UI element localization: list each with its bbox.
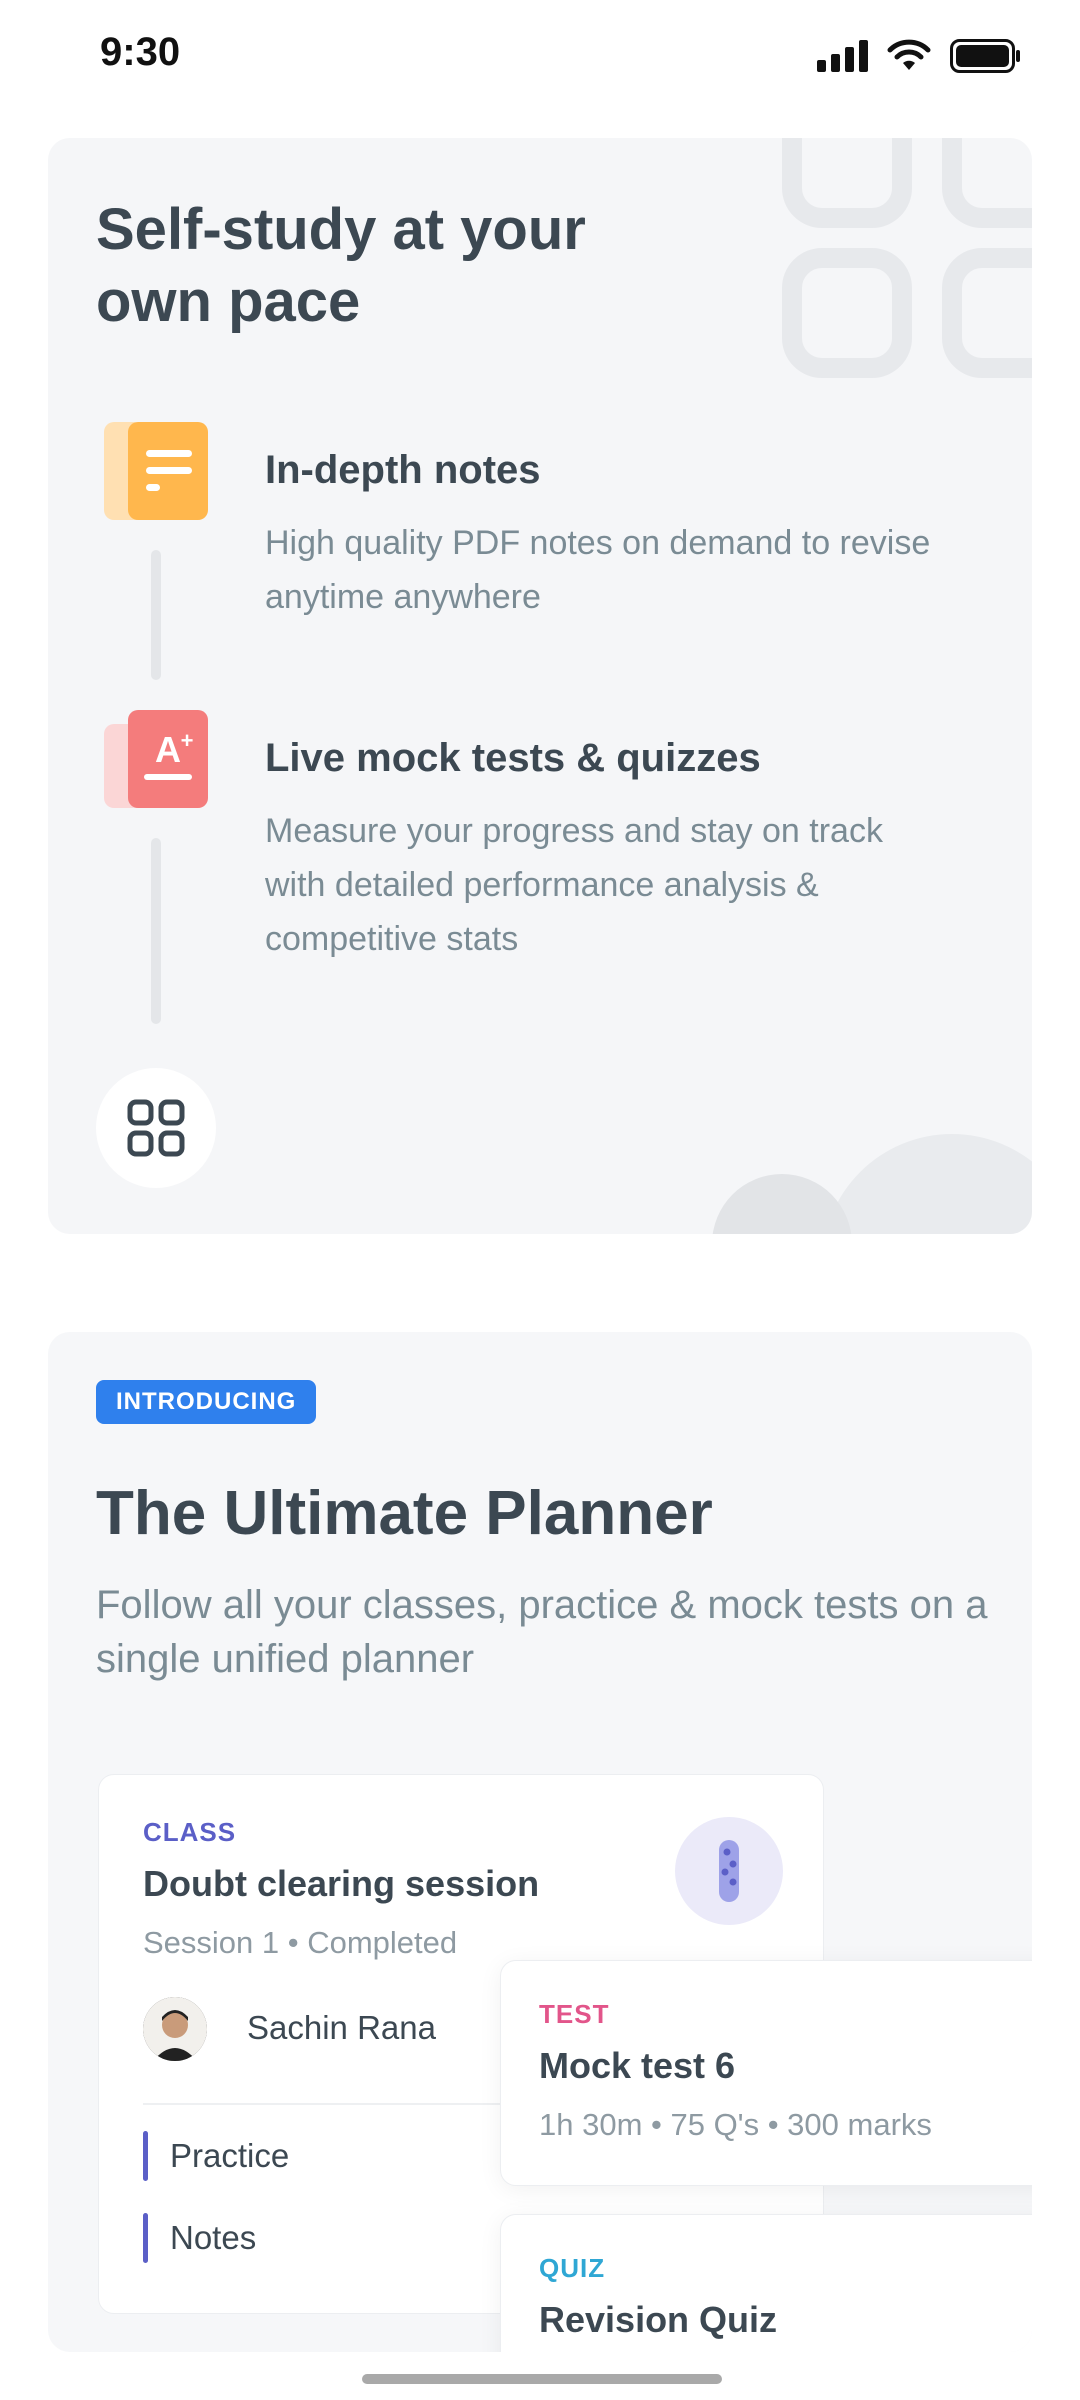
feature-title: Live mock tests & quizzes	[265, 736, 761, 780]
test-tube-icon	[719, 1840, 739, 1902]
grid-icon	[127, 1099, 185, 1157]
list-item-label: Notes	[170, 2219, 257, 2256]
class-meta: Session 1 • Completed	[143, 1925, 458, 1960]
self-study-title: Self-study at your own pace	[96, 197, 586, 334]
planner-title: The Ultimate Planner	[96, 1479, 713, 1548]
quiz-tag: QUIZ	[539, 2253, 606, 2283]
accent-bar	[143, 2213, 148, 2263]
decorative-squares	[782, 138, 1032, 378]
planner-card: INTRODUCING The Ultimate Planner Follow …	[48, 1332, 1032, 2352]
teacher-name: Sachin Rana	[247, 2009, 436, 2046]
feature-description: Measure your progress and stay on track …	[265, 812, 883, 958]
test-title: Mock test 6	[539, 2045, 736, 2086]
status-time: 9:30	[100, 30, 181, 74]
grade-icon: A +	[104, 710, 208, 808]
test-card[interactable]: TEST Mock test 6 1h 30m • 75 Q's • 300 m…	[500, 1960, 1032, 2186]
planner-description: Follow all your classes, practice & mock…	[96, 1583, 988, 1681]
accent-bar	[143, 2131, 148, 2181]
cellular-signal-icon	[817, 40, 868, 72]
avatar	[143, 1997, 207, 2061]
introducing-badge: INTRODUCING	[96, 1380, 317, 1424]
lab-icon-badge	[675, 1817, 783, 1925]
feature-description: High quality PDF notes on demand to revi…	[265, 524, 931, 616]
feature-title: In-depth notes	[265, 448, 541, 492]
timeline-connector	[151, 838, 161, 1024]
class-tag: CLASS	[143, 1817, 237, 1847]
home-indicator[interactable]	[362, 2374, 722, 2384]
notes-icon	[104, 422, 208, 520]
quiz-card[interactable]: QUIZ Revision Quiz	[500, 2214, 1032, 2352]
decorative-circles	[712, 1134, 1032, 1234]
test-tag: TEST	[539, 1999, 610, 2029]
svg-text:A: A	[155, 729, 181, 770]
timeline-connector	[151, 550, 161, 680]
self-study-card: Self-study at your own pace In-depth not…	[48, 138, 1032, 1234]
svg-text:+: +	[181, 728, 194, 753]
status-bar: 9:30	[0, 0, 1080, 110]
status-icons	[817, 36, 1022, 76]
list-item-notes[interactable]: Notes	[143, 2213, 256, 2263]
list-item-practice[interactable]: Practice	[143, 2131, 289, 2181]
wifi-icon	[887, 39, 931, 70]
class-title: Doubt clearing session	[143, 1863, 540, 1904]
battery-icon	[950, 39, 1020, 73]
grid-button[interactable]	[96, 1068, 216, 1188]
test-meta: 1h 30m • 75 Q's • 300 marks	[539, 2107, 932, 2142]
list-item-label: Practice	[170, 2137, 290, 2174]
quiz-title: Revision Quiz	[539, 2299, 778, 2340]
